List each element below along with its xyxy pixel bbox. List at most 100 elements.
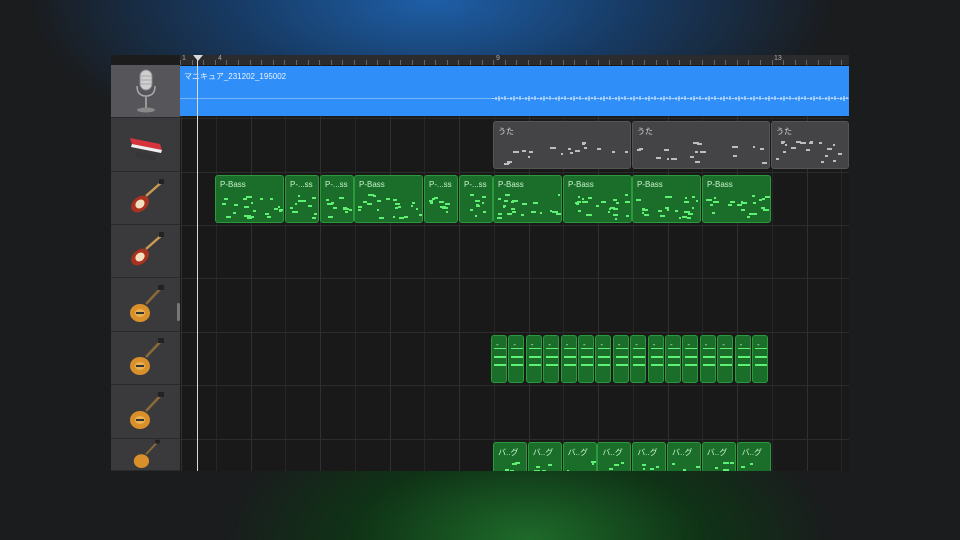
- midi-region[interactable]: バ..グ: [701, 442, 736, 471]
- audio-region[interactable]: マニキュア_231202_195002: [180, 66, 849, 116]
- playhead-handle[interactable]: [193, 55, 203, 61]
- playhead[interactable]: [197, 55, 198, 471]
- midi-region[interactable]: -: [612, 335, 629, 383]
- midi-region[interactable]: バ..グ: [632, 442, 667, 471]
- midi-region[interactable]: P-...ss: [320, 175, 354, 223]
- midi-note: [482, 195, 487, 198]
- midi-note: [674, 209, 678, 212]
- midi-note: [729, 462, 735, 465]
- midi-region-gray[interactable]: うた: [771, 121, 849, 169]
- track-header-5[interactable]: [111, 278, 180, 332]
- midi-note: [328, 216, 333, 219]
- midi-region[interactable]: P-Bass: [354, 175, 423, 223]
- midi-note: [749, 463, 753, 466]
- midi-region-gray[interactable]: うた: [632, 121, 770, 169]
- midi-note: [289, 206, 293, 209]
- midi-region[interactable]: -: [665, 335, 681, 383]
- waveform-segment: [759, 96, 761, 100]
- midi-note: [800, 141, 806, 144]
- midi-region[interactable]: -: [543, 335, 560, 383]
- midi-note: [615, 364, 628, 366]
- midi-region[interactable]: P-...ss: [424, 175, 458, 223]
- midi-note: [706, 199, 712, 202]
- track-header-2[interactable]: [111, 118, 180, 172]
- midi-note: [547, 463, 552, 466]
- waveform-segment: [705, 96, 707, 100]
- midi-region[interactable]: P-Bass: [563, 175, 632, 223]
- track-header-6[interactable]: [111, 332, 180, 385]
- midi-region[interactable]: -: [595, 335, 612, 383]
- waveform-segment: [639, 96, 641, 100]
- midi-region[interactable]: -: [630, 335, 647, 383]
- midi-note: [711, 211, 716, 214]
- midi-region[interactable]: -: [491, 335, 507, 383]
- midi-region[interactable]: バ..グ: [527, 442, 562, 471]
- waveform-segment: [528, 95, 530, 101]
- track-header-1[interactable]: [111, 65, 180, 118]
- midi-region[interactable]: -: [525, 335, 542, 383]
- track-header-8[interactable]: [111, 439, 180, 471]
- midi-region[interactable]: P-Bass: [215, 175, 284, 223]
- ruler-mark: 1: [182, 55, 186, 62]
- tracks-area[interactable]: マニキュア_231202_195002 うた うた うた P-Bass P-...ss P…: [180, 65, 849, 471]
- track-header-4[interactable]: [111, 225, 180, 278]
- midi-note: [666, 209, 670, 212]
- midi-region[interactable]: -: [560, 335, 577, 383]
- midi-note: [498, 212, 502, 215]
- midi-note: [510, 469, 514, 471]
- waveform-segment: [609, 96, 611, 100]
- midi-region-gray[interactable]: うた: [493, 121, 631, 169]
- midi-region[interactable]: -: [717, 335, 734, 383]
- waveform-segment: [699, 96, 701, 100]
- waveform-segment: [738, 95, 740, 101]
- lane-divider: [180, 225, 849, 226]
- midi-note: [376, 208, 380, 211]
- waveform-segment: [807, 97, 809, 99]
- midi-region[interactable]: バ..グ: [493, 442, 527, 471]
- midi-region[interactable]: バ..グ: [736, 442, 771, 471]
- midi-note: [733, 155, 738, 158]
- midi-region[interactable]: P-...ss: [285, 175, 319, 223]
- grid-line: [181, 65, 182, 471]
- midi-note: [833, 144, 836, 147]
- midi-region[interactable]: P-Bass: [702, 175, 771, 223]
- track-header-3[interactable]: [111, 172, 180, 225]
- waveform-segment: [801, 97, 803, 99]
- track-header-column: [111, 65, 180, 471]
- midi-region[interactable]: P-Bass: [632, 175, 701, 223]
- midi-note: [696, 143, 703, 145]
- midi-note: [396, 202, 400, 205]
- midi-note: [710, 204, 713, 207]
- midi-region[interactable]: -: [682, 335, 699, 383]
- region-label: バ..グ: [706, 448, 728, 457]
- waveform-segment: [843, 95, 845, 101]
- midi-note: [598, 356, 611, 358]
- midi-note: [326, 199, 329, 202]
- midi-note: [581, 143, 585, 146]
- midi-note: [577, 200, 582, 203]
- midi-region[interactable]: バ..グ: [562, 442, 597, 471]
- midi-region[interactable]: -: [734, 335, 751, 383]
- region-label: うた: [637, 127, 653, 136]
- track-header-7[interactable]: [111, 385, 180, 439]
- midi-note: [633, 364, 646, 366]
- midi-note: [644, 213, 649, 216]
- midi-region[interactable]: -: [508, 335, 525, 383]
- midi-region[interactable]: P-...ss: [459, 175, 493, 223]
- waveform-segment: [513, 95, 515, 101]
- midi-region[interactable]: -: [647, 335, 664, 383]
- midi-note: [226, 215, 231, 218]
- midi-note: [665, 195, 668, 198]
- midi-region[interactable]: バ..グ: [667, 442, 701, 471]
- midi-note: [752, 202, 756, 205]
- region-label: P-Bass: [637, 180, 663, 189]
- midi-region[interactable]: P-Bass: [493, 175, 562, 223]
- midi-region[interactable]: -: [752, 335, 768, 383]
- midi-region[interactable]: バ..グ: [597, 442, 632, 471]
- midi-note: [339, 197, 345, 200]
- midi-region[interactable]: -: [699, 335, 716, 383]
- midi-note: [591, 462, 595, 465]
- midi-note: [775, 158, 780, 161]
- midi-region[interactable]: -: [578, 335, 594, 383]
- waveform-segment: [696, 97, 698, 99]
